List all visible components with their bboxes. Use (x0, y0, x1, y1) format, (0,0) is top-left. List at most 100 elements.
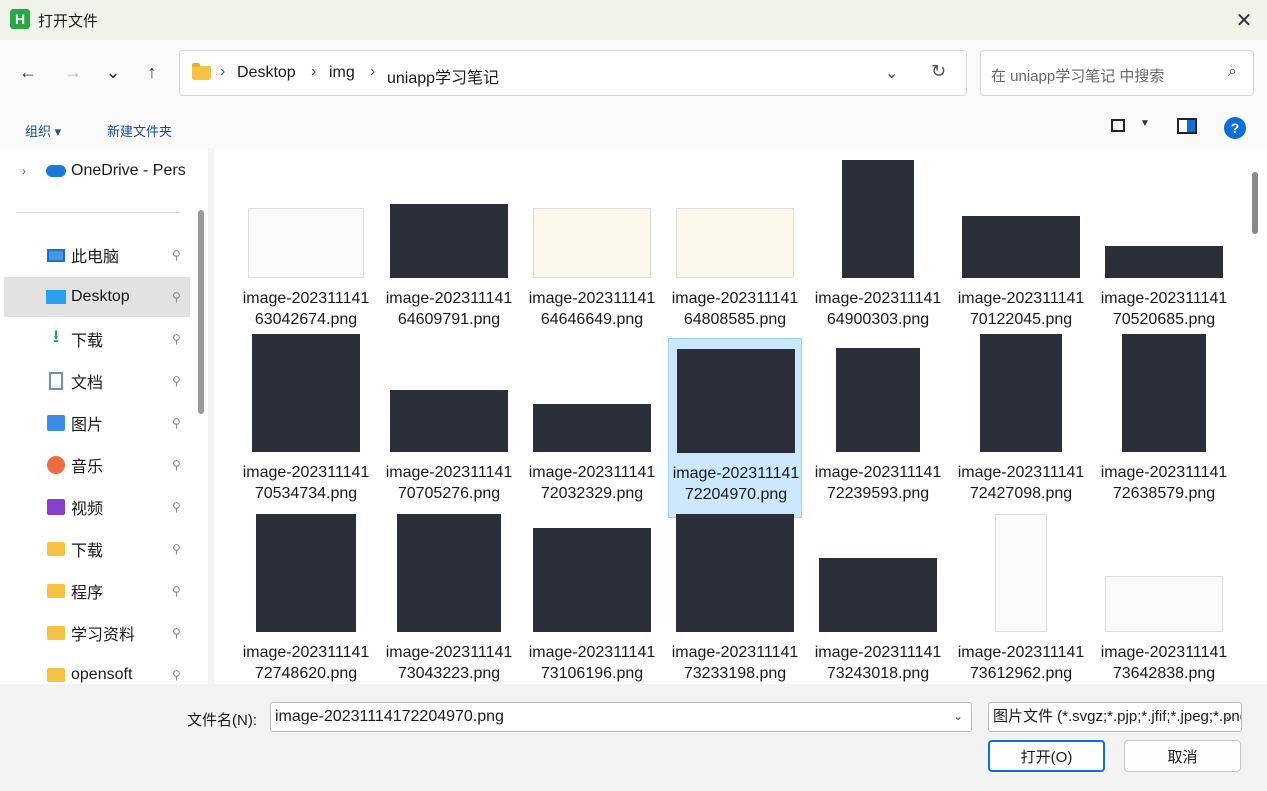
thumbnail-frame (525, 164, 659, 284)
folder-icon (192, 63, 211, 80)
thumbnail-frame (811, 338, 945, 458)
file-item[interactable]: image-20231114170705276.png (382, 338, 516, 518)
pin-icon[interactable]: ⚲ (172, 458, 181, 472)
breadcrumb-desktop[interactable]: Desktop (237, 64, 296, 82)
sidebar-item-label: Desktop (71, 288, 130, 305)
open-button[interactable]: 打开(O) (988, 740, 1105, 772)
organize-menu-button[interactable]: 组织 ▾ (25, 121, 61, 140)
breadcrumb-separator: › (220, 63, 226, 80)
new-folder-button[interactable]: 新建文件夹 (107, 121, 172, 140)
app-logo-icon: H (10, 9, 30, 29)
breadcrumb-current-folder[interactable]: uniapp学习笔记 (387, 64, 499, 88)
pin-icon[interactable]: ⚲ (172, 248, 181, 262)
file-name: image-20231114173106196.png (528, 644, 656, 682)
file-item[interactable]: image-20231114172638579.png (1097, 334, 1231, 518)
pin-icon[interactable]: ⚲ (172, 542, 181, 556)
sidebar-item-videos[interactable]: 视频 ⚲ (4, 487, 190, 527)
help-button[interactable]: ? (1224, 117, 1246, 139)
title-bar: H 打开文件 ✕ (0, 0, 1267, 40)
address-bar[interactable]: › Desktop › img › uniapp学习笔记 ⌄ ↻ (179, 50, 967, 96)
thumbnail-frame (954, 514, 1088, 638)
sidebar-item-onedrive[interactable]: › OneDrive - Pers (4, 151, 190, 191)
pin-icon[interactable]: ⚲ (172, 584, 181, 598)
file-list-scrollbar[interactable] (1245, 148, 1267, 684)
sidebar-item-this-pc[interactable]: 此电脑 ⚲ (4, 235, 190, 275)
filename-input[interactable]: image-20231114172204970.png (270, 702, 972, 732)
sidebar-scrollbar[interactable] (198, 210, 204, 414)
sidebar-item-music[interactable]: 音乐 ⚲ (4, 445, 190, 485)
pin-icon[interactable]: ⚲ (172, 668, 181, 682)
file-name: image-20231114173642838.png (1100, 644, 1228, 682)
file-type-select[interactable]: 图片文件 (*.svgz;*.pjp;*.jfif;*.jpeg;*.png) (988, 702, 1242, 732)
thumbnail-frame (668, 164, 802, 284)
file-name: image-20231114173233198.png (671, 644, 799, 682)
breadcrumb-img[interactable]: img (329, 64, 355, 82)
file-dialog-footer: 文件名(N): image-20231114172204970.png ⌄ 图片… (0, 684, 1267, 791)
file-item[interactable]: image-20231114173043223.png (382, 514, 516, 684)
preview-pane-icon[interactable] (1177, 118, 1197, 134)
file-item[interactable]: image-20231114173642838.png (1097, 518, 1231, 684)
image-thumbnail (1105, 576, 1223, 632)
up-button[interactable]: ↑ (136, 56, 168, 88)
filename-history-dropdown-icon[interactable]: ⌄ (953, 709, 963, 723)
desktop-icon (46, 288, 66, 306)
view-mode-icon[interactable] (1111, 119, 1125, 132)
file-name: image-20231114172239593.png (814, 464, 942, 502)
image-thumbnail (676, 208, 794, 278)
cancel-button[interactable]: 取消 (1124, 740, 1241, 772)
sidebar-item-documents[interactable]: 文档 ⚲ (4, 361, 190, 401)
close-button[interactable]: ✕ (1221, 0, 1267, 40)
address-history-dropdown-icon[interactable]: ⌄ (885, 63, 898, 83)
file-item[interactable]: image-20231114173106196.png (525, 518, 659, 684)
search-icon[interactable]: ⌕ (1228, 63, 1237, 81)
pin-icon[interactable]: ⚲ (172, 332, 181, 346)
file-type-dropdown-icon[interactable]: ⌄ (1224, 709, 1234, 723)
file-item[interactable]: image-20231114164808585.png (668, 164, 802, 344)
file-item[interactable]: image-20231114173243018.png (811, 518, 945, 684)
pin-icon[interactable]: ⚲ (172, 290, 181, 304)
sidebar-item-label: OneDrive - Pers (71, 162, 186, 179)
file-item[interactable]: image-20231114164900303.png (811, 160, 945, 344)
file-list-view[interactable]: image-20231114163042674.png image-2023111… (214, 148, 1245, 684)
search-input[interactable]: 在 uniapp学习笔记 中搜索 ⌕ (980, 50, 1254, 96)
sidebar-item-download-folder[interactable]: 下载 ⚲ (4, 529, 190, 569)
file-name: image-20231114164808585.png (671, 290, 799, 328)
file-item[interactable]: image-20231114172032329.png (525, 338, 659, 518)
scrollbar-thumb[interactable] (1252, 172, 1258, 234)
file-item[interactable]: image-20231114170534734.png (239, 334, 373, 518)
pin-icon[interactable]: ⚲ (172, 500, 181, 514)
pin-icon[interactable]: ⚲ (172, 416, 181, 430)
sidebar-item-desktop[interactable]: Desktop ⚲ (4, 277, 190, 317)
file-item[interactable]: image-20231114164609791.png (382, 164, 516, 344)
sidebar-item-label: 视频 (71, 501, 104, 518)
sidebar-item-label: 下载 (71, 543, 104, 560)
file-item[interactable]: image-20231114172239593.png (811, 338, 945, 518)
file-item[interactable]: image-20231114163042674.png (239, 164, 373, 344)
sidebar-item-pictures[interactable]: 图片 ⚲ (4, 403, 190, 443)
navigation-bar: ← → ⌄ ↑ › Desktop › img › uniapp学习笔记 ⌄ ↻… (0, 40, 1267, 108)
file-item[interactable]: image-20231114172427098.png (954, 334, 1088, 518)
expand-chevron-icon[interactable]: › (22, 164, 26, 178)
recent-locations-button[interactable]: ⌄ (97, 56, 129, 88)
sidebar-item-study-materials[interactable]: 学习资料 ⚲ (4, 613, 190, 653)
back-button[interactable]: ← (12, 56, 44, 88)
file-item[interactable]: image-20231114173233198.png (668, 514, 802, 684)
file-item[interactable]: image-20231114164646649.png (525, 164, 659, 344)
thumbnail-frame (239, 334, 373, 458)
thumbnail-frame (239, 514, 373, 638)
pictures-icon (46, 414, 66, 432)
image-thumbnail (676, 514, 794, 632)
forward-button[interactable]: → (57, 56, 89, 88)
file-item[interactable]: image-20231114170520685.png (1097, 164, 1231, 344)
file-item[interactable]: image-20231114172204970.png (668, 338, 802, 518)
file-item[interactable]: image-20231114170122045.png (954, 164, 1088, 344)
view-options-dropdown-icon[interactable]: ▼ (1140, 118, 1150, 129)
sidebar-item-programs[interactable]: 程序 ⚲ (4, 571, 190, 611)
pin-icon[interactable]: ⚲ (172, 626, 181, 640)
refresh-icon[interactable]: ↻ (931, 61, 946, 82)
pin-icon[interactable]: ⚲ (172, 374, 181, 388)
file-item[interactable]: image-20231114172748620.png (239, 514, 373, 684)
file-item[interactable]: image-20231114173612962.png (954, 514, 1088, 684)
sidebar-item-downloads[interactable]: ⭳ 下载 ⚲ (4, 319, 190, 359)
image-thumbnail (248, 208, 364, 278)
